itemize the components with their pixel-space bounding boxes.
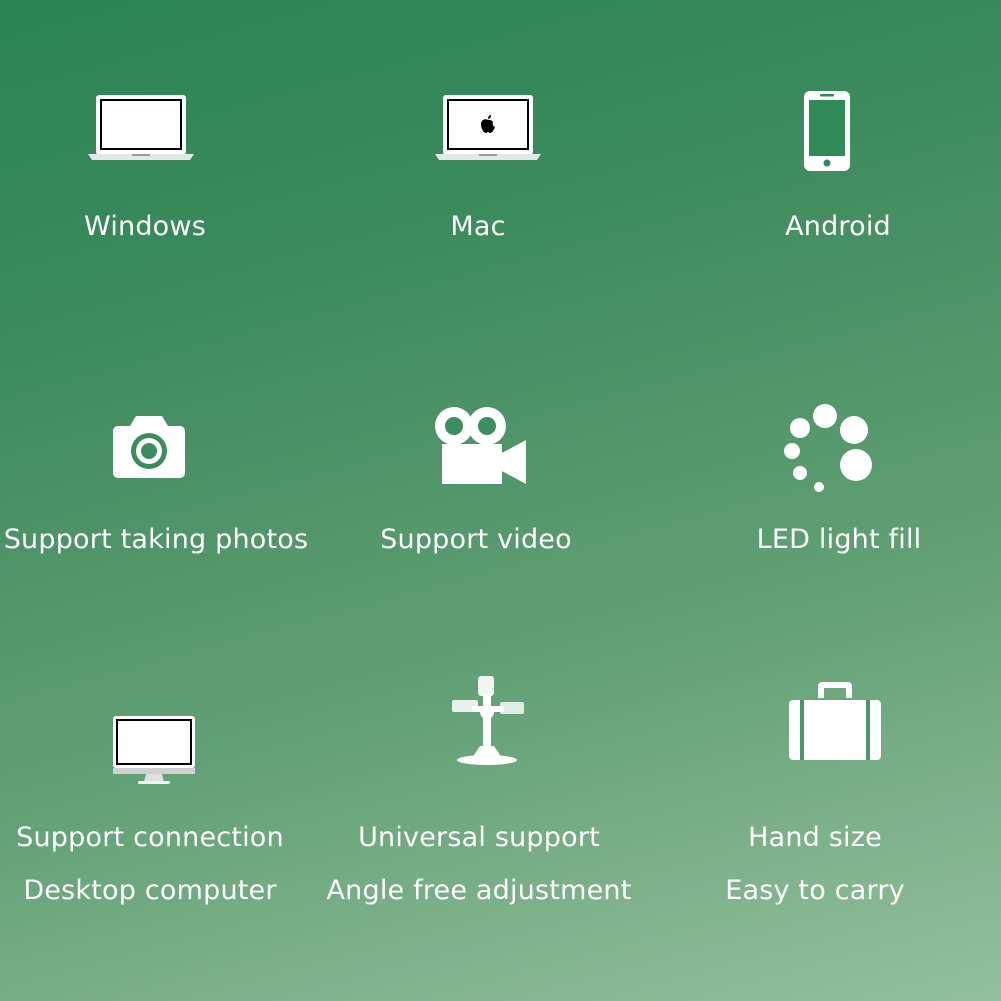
feature-label-led: LED light fill	[756, 524, 922, 555]
smartphone-icon	[803, 90, 851, 172]
feature-label-angle: Angle free adjustment	[326, 875, 632, 906]
feature-label-photos: Support taking photos	[3, 524, 309, 555]
video-camera-icon	[434, 404, 528, 486]
camera-icon	[112, 414, 186, 480]
led-dots-icon	[782, 402, 876, 496]
windows-laptop-icon	[88, 94, 194, 162]
feature-label-mac: Mac	[450, 211, 506, 242]
feature-label-windows: Windows	[84, 211, 206, 242]
feature-label-handsize: Hand size	[748, 822, 882, 853]
desktop-monitor-icon	[112, 714, 196, 786]
feature-label-android: Android	[785, 211, 891, 242]
feature-label-connection: Support connection	[16, 822, 284, 853]
macbook-icon	[435, 94, 541, 162]
feature-label-video: Support video	[380, 524, 572, 555]
suitcase-icon	[788, 680, 882, 762]
feature-label-universal: Universal support	[358, 822, 600, 853]
feature-label-desktop: Desktop computer	[23, 875, 277, 906]
feature-label-carry: Easy to carry	[725, 875, 905, 906]
adjustable-stand-icon	[452, 674, 526, 766]
